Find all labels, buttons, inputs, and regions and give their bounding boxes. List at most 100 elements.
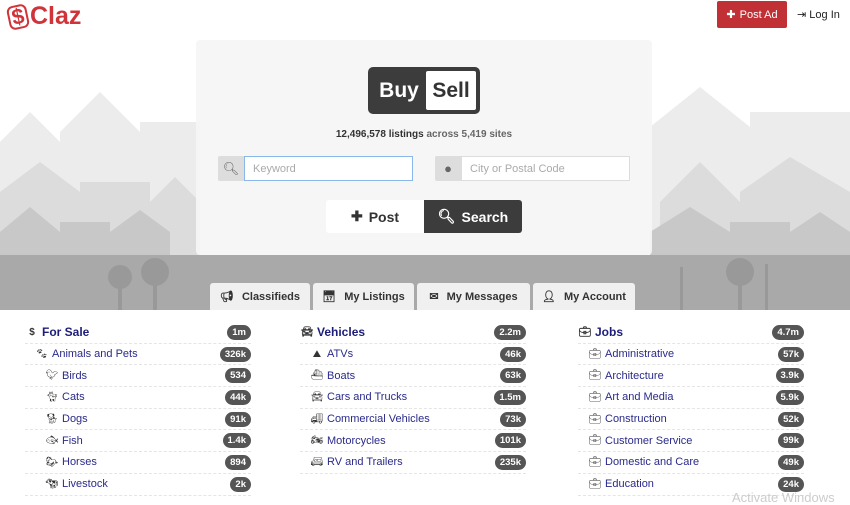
briefcase-icon: 💼︎ [578,326,592,338]
item-label: Animals and Pets [52,348,138,361]
list-item[interactable]: 🚐︎ RV and Trailers 235k [300,452,526,474]
briefcase-icon: 💼︎ [588,370,602,382]
count-badge: 1.5m [494,389,526,405]
count-badge: 91k [225,411,251,427]
keyword-input[interactable] [244,156,413,181]
list-item[interactable]: 💼︎ Art and Media 5.9k [578,387,804,409]
count-badge: 894 [225,454,251,470]
count-badge: 326k [219,346,251,362]
login-link[interactable]: ⇥ Log In [797,8,840,21]
dollar-icon: $ [29,326,35,338]
tab-classifieds[interactable]: 📢︎ Classifieds [210,283,310,310]
watermark: Activate Windows [732,490,835,505]
category-header[interactable]: 💼︎ Jobs 4.7m [578,322,804,344]
list-item[interactable]: 🏍︎ Motorcycles 101k [300,430,526,453]
list-item[interactable]: 🐎︎ Horses 894 [25,452,251,474]
search-label: Search [461,208,509,225]
list-item[interactable]: 🚘︎ Cars and Trucks 1.5m [300,387,526,409]
search-icon: 🔍︎ [437,208,456,224]
boat-icon: ⛴ [310,370,324,382]
atv-icon: ⛰ [312,348,322,360]
tab-my-account[interactable]: 👤︎ My Account [533,283,635,310]
list-item[interactable]: 💼︎ Architecture 3.9k [578,365,804,388]
login-label: Log In [809,9,840,21]
list-item[interactable]: 🐦︎ Birds 534 [25,365,251,388]
location-input[interactable] [461,156,630,181]
dog-icon: 🐕︎ [45,413,59,425]
list-item[interactable]: ⛰ ATVs 46k [300,344,526,366]
item-label: Cats [62,391,85,404]
item-label: Horses [62,456,97,469]
item-label: Commercial Vehicles [327,413,430,426]
count-badge: 46k [500,346,526,362]
item-label: Administrative [605,348,675,361]
search-button[interactable]: 🔍︎ Search [424,200,522,233]
item-label: Construction [605,413,667,426]
listings-count: 12,496,578 listings [335,129,424,140]
sign-in-icon: ⇥ [797,9,807,21]
category-header[interactable]: 🚘︎ Vehicles 2.2m [300,322,526,344]
list-item[interactable]: 💼︎ Administrative 57k [578,344,804,366]
count-badge: 2.2m [494,324,526,340]
count-badge: 534 [225,368,251,384]
list-item[interactable]: 🚚︎ Commercial Vehicles 73k [300,409,526,431]
logo[interactable]: $ Claz [5,2,81,31]
list-item[interactable]: 🐈︎ Cats 44k [25,387,251,409]
tab-my-listings[interactable]: 📅︎ My Listings [313,283,414,310]
item-label: Livestock [62,478,108,491]
list-item[interactable]: 🐾︎ Animals and Pets 326k [25,344,251,366]
count-badge: 5.9k [775,389,804,405]
count-badge: 2k [230,476,251,492]
list-item[interactable]: 💼︎ Construction 52k [578,409,804,431]
cat-icon: 🐈︎ [45,391,59,403]
list-item[interactable]: ⛴ Boats 63k [300,365,526,388]
list-item[interactable]: 🐟︎ Fish 1.4k [25,430,251,453]
user-icon: 👤︎ [542,291,557,303]
briefcase-icon: 💼︎ [588,435,602,447]
count-badge: 4.7m [772,324,804,340]
count-badge: 3.9k [775,368,804,384]
count-badge: 52k [778,411,804,427]
count-badge: 73k [500,411,526,427]
item-label: RV and Trailers [327,456,403,469]
category-title: For Sale [42,325,90,340]
count-badge: 49k [778,454,804,470]
buy-sell-logo: Buy Sell [368,67,480,114]
item-label: Cars and Trucks [327,391,408,404]
count-badge: 1m [227,324,251,340]
item-label: ATVs [327,348,354,361]
livestock-icon: 🐄︎ [45,478,59,490]
list-item[interactable]: 🐄︎ Livestock 2k [25,474,251,496]
item-label: Dogs [62,413,88,426]
item-label: Boats [327,369,356,382]
fish-icon: 🐟︎ [45,435,59,447]
count-badge: 101k [494,433,526,449]
briefcase-icon: 💼︎ [588,413,602,425]
briefcase-icon: 💼︎ [588,348,602,360]
briefcase-icon: 💼︎ [588,478,602,490]
post-button[interactable]: ✚ Post [326,200,424,233]
sell-text: Sell [426,71,476,110]
tab-label: My Messages [446,290,518,303]
rv-icon: 🚐︎ [310,456,324,468]
post-label: Post [368,208,400,225]
item-label: Domestic and Care [605,456,700,469]
briefcase-icon: 💼︎ [588,391,602,403]
list-item[interactable]: 🐕︎ Dogs 91k [25,409,251,431]
item-label: Customer Service [605,434,693,447]
post-ad-button[interactable]: ✚ Post Ad [717,1,787,28]
sites-count: across 5,419 sites [426,129,513,140]
tab-label: My Account [564,290,626,303]
item-label: Architecture [605,369,664,382]
category-title: Vehicles [317,325,366,340]
list-item[interactable]: 💼︎ Customer Service 99k [578,430,804,453]
category-header[interactable]: $ For Sale 1m [25,322,251,344]
item-label: Fish [62,434,83,447]
item-label: Birds [62,369,88,382]
tab-label: Classifieds [241,290,301,303]
calendar-check-icon: 📅︎ [322,291,337,303]
count-badge: 1.4k [222,433,251,449]
list-item[interactable]: 💼︎ Domestic and Care 49k [578,452,804,474]
top-bar: $ Claz ✚ Post Ad ⇥ Log In [0,0,850,32]
tab-my-messages[interactable]: ✉ My Messages [417,283,530,310]
